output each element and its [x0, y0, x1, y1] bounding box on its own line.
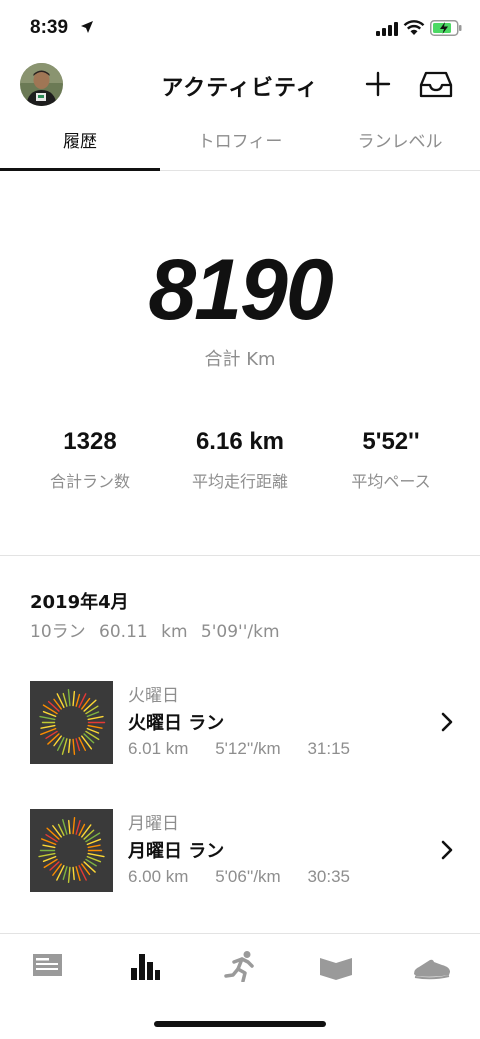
stat-label: 平均ペース: [351, 472, 431, 491]
tab-history[interactable]: 履歴: [0, 113, 160, 171]
activity-chart-icon[interactable]: [124, 950, 164, 982]
month-summary: 10ラン 60.11 km 5'09''/km: [30, 622, 280, 642]
stat-total-runs: 1328 合計ラン数: [10, 424, 170, 492]
tab-trophies[interactable]: トロフィー: [160, 113, 320, 171]
status-bar: 8:39: [0, 0, 480, 58]
run-list-item[interactable]: 月曜日 月曜日 ラン 6.00 km 5'06''/km 30:35: [0, 809, 480, 893]
chevron-right-icon: [441, 840, 453, 860]
run-route-thumbnail: [30, 681, 113, 764]
run-distance: 6.00 km: [128, 867, 189, 886]
section-divider: [0, 555, 480, 556]
status-time: 8:39: [30, 17, 69, 38]
stat-value: 5'52'': [362, 428, 420, 455]
stats-row: 1328 合計ラン数 6.16 km 平均走行距離 5'52'' 平均ペース: [0, 424, 480, 494]
run-duration: 31:15: [307, 739, 350, 758]
run-pace: 5'12''/km: [215, 739, 281, 758]
run-name: 火曜日 ラン: [128, 713, 225, 734]
run-duration: 30:35: [307, 867, 350, 886]
stat-avg-distance: 6.16 km 平均走行距離: [160, 424, 320, 492]
add-button[interactable]: [364, 70, 392, 98]
cellular-signal-icon: [376, 22, 398, 36]
battery-charging-icon: [430, 20, 462, 36]
chevron-right-icon: [441, 712, 453, 732]
stat-label: 合計ラン数: [49, 472, 130, 491]
stat-value: 6.16 km: [195, 428, 285, 455]
run-day: 火曜日: [128, 686, 179, 706]
tab-active-indicator: [0, 168, 160, 171]
run-name: 月曜日 ラン: [128, 841, 225, 862]
shoe-icon[interactable]: [412, 950, 452, 982]
inbox-icon[interactable]: [418, 70, 454, 100]
app-header: アクティビティ: [0, 58, 480, 113]
month-title: 2019年4月: [30, 592, 129, 613]
run-meta: 6.01 km 5'12''/km 31:15: [128, 739, 372, 759]
run-distance: 6.01 km: [128, 739, 189, 758]
location-arrow-icon: [81, 21, 93, 33]
stat-avg-pace: 5'52'' 平均ペース: [311, 424, 471, 492]
wifi-icon: [403, 20, 425, 35]
run-day: 月曜日: [128, 814, 179, 834]
plans-icon[interactable]: [316, 950, 356, 982]
home-indicator: [154, 1021, 326, 1027]
total-km-value: 8190: [148, 242, 333, 338]
run-meta: 6.00 km 5'06''/km 30:35: [128, 867, 372, 887]
stat-value: 1328: [63, 428, 117, 455]
run-pace: 5'06''/km: [215, 867, 281, 886]
page-title: アクティビティ: [161, 76, 319, 101]
tab-run-level[interactable]: ランレベル: [320, 113, 480, 171]
run-list-item[interactable]: 火曜日 火曜日 ラン 6.01 km 5'12''/km 31:15: [0, 681, 480, 765]
feed-icon[interactable]: [28, 950, 68, 982]
stat-label: 平均走行距離: [191, 472, 288, 491]
total-km-label: 合計 Km: [204, 349, 276, 370]
run-route-thumbnail: [30, 809, 113, 892]
segment-tabs: 履歴 トロフィー ランレベル: [0, 113, 480, 171]
runner-icon[interactable]: [220, 950, 260, 982]
